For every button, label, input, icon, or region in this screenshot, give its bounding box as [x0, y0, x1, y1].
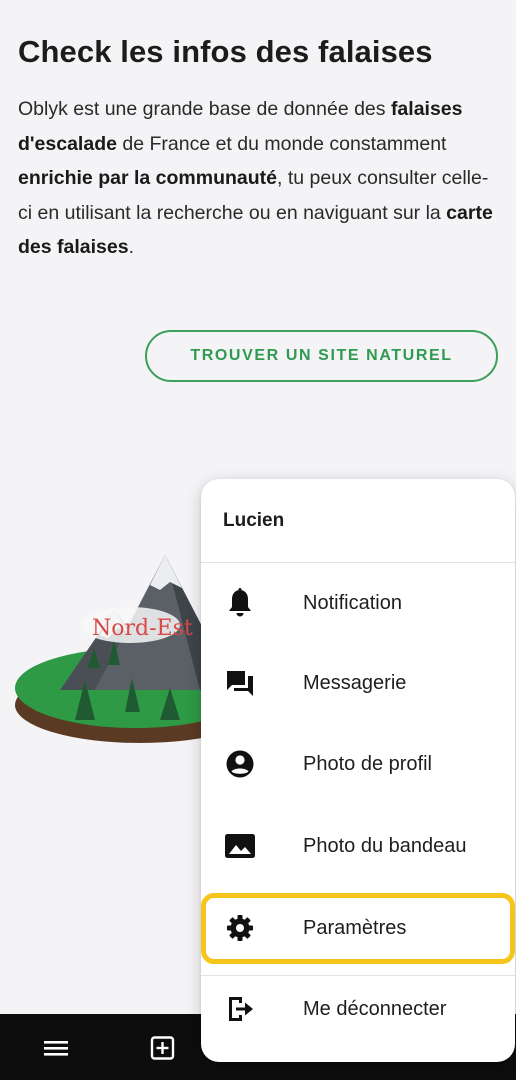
- menu-username: Lucien: [201, 479, 515, 563]
- account-circle-icon: [223, 747, 257, 781]
- menu-item-notification[interactable]: Notification: [201, 563, 515, 643]
- menu-item-messagerie[interactable]: Messagerie: [201, 643, 515, 723]
- menu-item-label: Notification: [303, 591, 402, 614]
- image-icon: [223, 829, 257, 863]
- menu-icon[interactable]: [42, 1036, 70, 1060]
- menu-item-label: Me déconnecter: [303, 997, 447, 1020]
- menu-item-label: Messagerie: [303, 671, 407, 694]
- menu-item-photo-profil[interactable]: Photo de profil: [201, 724, 515, 804]
- desc-text: de France et du monde constamment: [116, 132, 447, 155]
- find-natural-site-button[interactable]: TROUVER UN SITE NATUREL: [145, 330, 498, 382]
- menu-item-label: Photo de profil: [303, 752, 432, 775]
- chat-icon: [223, 666, 257, 700]
- user-menu: Lucien Notification Messagerie Photo de …: [201, 479, 515, 1062]
- menu-item-label: Photo du bandeau: [303, 834, 467, 857]
- main-content: Check les infos des falaises Oblyk est u…: [18, 34, 498, 265]
- desc-text: .: [128, 236, 134, 258]
- menu-item-logout[interactable]: Me déconnecter: [201, 969, 515, 1049]
- desc-text: Oblyk est une grande base de donnée des: [18, 98, 391, 120]
- logout-icon: [223, 992, 257, 1026]
- add-box-icon[interactable]: [148, 1036, 176, 1060]
- desc-bold: enrichie par la communauté: [18, 167, 277, 189]
- region-label: Nord-Est: [92, 616, 193, 641]
- page-description: Oblyk est une grande base de donnée des …: [18, 92, 498, 265]
- parametres-highlight-frame: [201, 893, 515, 964]
- menu-item-photo-bandeau[interactable]: Photo du bandeau: [201, 806, 515, 886]
- bell-icon: [223, 586, 257, 620]
- page-title: Check les infos des falaises: [18, 34, 433, 69]
